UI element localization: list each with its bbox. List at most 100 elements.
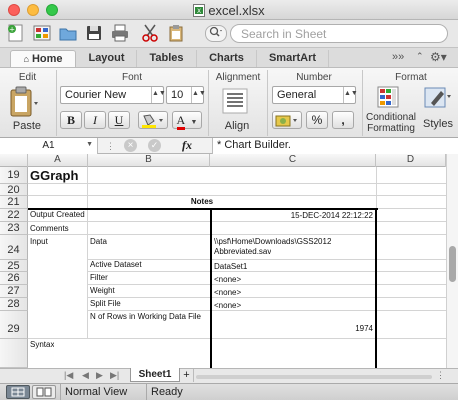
bold-button[interactable]: B [60, 111, 82, 129]
insert-function-button[interactable]: fx [182, 138, 192, 153]
tab-tables[interactable]: Tables [137, 50, 197, 67]
page-layout-view-button[interactable] [32, 385, 56, 399]
column-header-c[interactable]: C [210, 154, 376, 167]
fill-color-button[interactable] [138, 111, 168, 129]
cell-c27[interactable]: <none> [214, 288, 241, 298]
cancel-formula-icon[interactable]: × [124, 139, 137, 152]
open-folder-icon[interactable] [58, 23, 78, 43]
cell-c28[interactable]: <none> [214, 301, 241, 311]
paint-bucket-icon [142, 114, 163, 128]
column-header-bar: A B C D [0, 154, 446, 167]
name-box[interactable]: A1 ▼ [0, 138, 98, 154]
cell-c29[interactable]: 1974 [212, 324, 373, 334]
cell-b25[interactable]: Active Dataset [90, 260, 142, 270]
group-label-edit: Edit [18, 72, 37, 83]
next-sheet-arrow-icon[interactable]: ▶ [96, 370, 103, 381]
chevron-down-icon: ▲▼ [343, 87, 358, 103]
search-input[interactable]: Search in Sheet [230, 24, 448, 43]
row-header[interactable]: 22 [0, 209, 28, 222]
add-sheet-button[interactable]: + [180, 369, 194, 382]
row-header[interactable]: 27 [0, 285, 28, 298]
row-header[interactable]: 21 [0, 196, 28, 209]
font-name-dropdown[interactable]: Courier New ▲▼ [60, 86, 166, 104]
new-workbook-icon[interactable]: + [6, 23, 26, 43]
underline-button[interactable]: U [108, 111, 130, 129]
cell-c24-line2[interactable]: Abbreviated.sav [214, 247, 271, 257]
formula-input[interactable]: * Chart Builder. [212, 138, 458, 154]
column-header-b[interactable]: B [88, 154, 210, 167]
sheet-tab-sheet1[interactable]: Sheet1 [130, 368, 180, 382]
print-icon[interactable] [110, 23, 130, 43]
row-header[interactable] [0, 339, 28, 368]
align-button[interactable] [222, 88, 252, 116]
cell-a24[interactable]: Input [30, 236, 48, 247]
cell-c22[interactable]: 15-DEC-2014 22:12:22 [212, 210, 373, 222]
scrollbar-thumb[interactable] [449, 246, 456, 282]
horizontal-scrollbar[interactable] [196, 375, 432, 379]
worksheet-grid[interactable]: A B C D 19 20 21 22 23 24 25 26 27 28 29… [0, 154, 446, 368]
normal-view-button[interactable] [6, 385, 30, 399]
cell-b29[interactable]: N of Rows in Working Data File [90, 312, 201, 322]
row-header[interactable]: 24 [0, 235, 28, 260]
number-format-dropdown[interactable]: General ▲▼ [272, 86, 358, 104]
cell-a23[interactable]: Comments [30, 223, 69, 234]
paste-format-icon[interactable] [166, 23, 186, 43]
tab-smartart[interactable]: SmartArt [257, 50, 329, 67]
column-header-a[interactable]: A [28, 154, 88, 167]
tab-home[interactable]: ⌂ Home [10, 50, 76, 67]
font-color-button[interactable]: A ▼ [172, 111, 202, 130]
sheet-tab-bar: |◀ ◀ ▶ ▶| Sheet1 + ⋮ [0, 368, 458, 383]
template-gallery-icon[interactable] [32, 23, 52, 43]
save-icon[interactable] [84, 23, 104, 43]
first-sheet-arrow-icon[interactable]: |◀ [64, 370, 73, 381]
formula-bar-menu-icon[interactable]: ⋮ [106, 141, 115, 152]
select-all-corner[interactable] [0, 154, 28, 167]
gridline [28, 234, 446, 235]
cell-b26[interactable]: Filter [90, 273, 108, 283]
row-header[interactable]: 25 [0, 260, 28, 272]
cell-styles-icon [424, 87, 451, 108]
cell-c25[interactable]: DataSet1 [214, 262, 247, 272]
enter-formula-icon[interactable]: ✓ [148, 139, 161, 152]
cell-b28[interactable]: Split File [90, 299, 121, 309]
prev-sheet-arrow-icon[interactable]: ◀ [82, 370, 89, 381]
clipboard-icon [10, 86, 38, 117]
tab-layout[interactable]: Layout [77, 50, 137, 67]
align-label: Align [224, 120, 250, 132]
column-header-d[interactable]: D [376, 154, 446, 167]
vertical-scrollbar[interactable] [446, 154, 458, 368]
paste-button[interactable]: Paste [8, 86, 46, 136]
row-header[interactable]: 19 [0, 167, 28, 184]
accounting-format-button[interactable] [272, 111, 302, 129]
cell-c24-line1[interactable]: \\psf\Home\Downloads\GSS2012 [214, 237, 331, 247]
cell-c26[interactable]: <none> [214, 275, 241, 285]
row-header[interactable]: 20 [0, 184, 28, 196]
italic-button[interactable]: I [84, 111, 106, 129]
row-header[interactable]: 23 [0, 222, 28, 235]
row-header[interactable]: 28 [0, 298, 28, 311]
excel-file-icon: X [193, 4, 206, 17]
cell-a19[interactable]: GGraph [30, 167, 78, 184]
styles-button[interactable]: Styles [420, 85, 456, 137]
cell-b27[interactable]: Weight [90, 286, 115, 296]
gridline [88, 284, 446, 285]
tab-charts[interactable]: Charts [197, 50, 257, 67]
ribbon-settings-gear-icon[interactable]: ⚙▾ [430, 50, 447, 64]
percent-button[interactable]: % [306, 111, 328, 129]
comma-style-button[interactable]: , [332, 111, 354, 129]
more-tabs-icon[interactable]: »» [392, 51, 404, 63]
search-scope-dropdown[interactable] [205, 25, 227, 42]
cell-a30[interactable]: Syntax [30, 340, 54, 350]
cut-icon[interactable] [140, 23, 160, 43]
cell-notes-title[interactable]: Notes [28, 196, 376, 208]
cell-b24[interactable]: Data [90, 236, 107, 247]
conditional-formatting-button[interactable]: Conditional Formatting [366, 85, 416, 137]
resize-handle-icon[interactable]: ⋮ [436, 370, 445, 381]
collapse-ribbon-icon[interactable]: ⌃ [416, 51, 424, 62]
last-sheet-arrow-icon[interactable]: ▶| [110, 370, 119, 381]
font-size-dropdown[interactable]: 10 ▲▼ [166, 86, 206, 104]
row-header[interactable]: 29 [0, 311, 28, 339]
row-header[interactable]: 26 [0, 272, 28, 285]
chevron-down-icon: ▼ [190, 119, 198, 126]
cell-a22[interactable]: Output Created [30, 210, 85, 220]
